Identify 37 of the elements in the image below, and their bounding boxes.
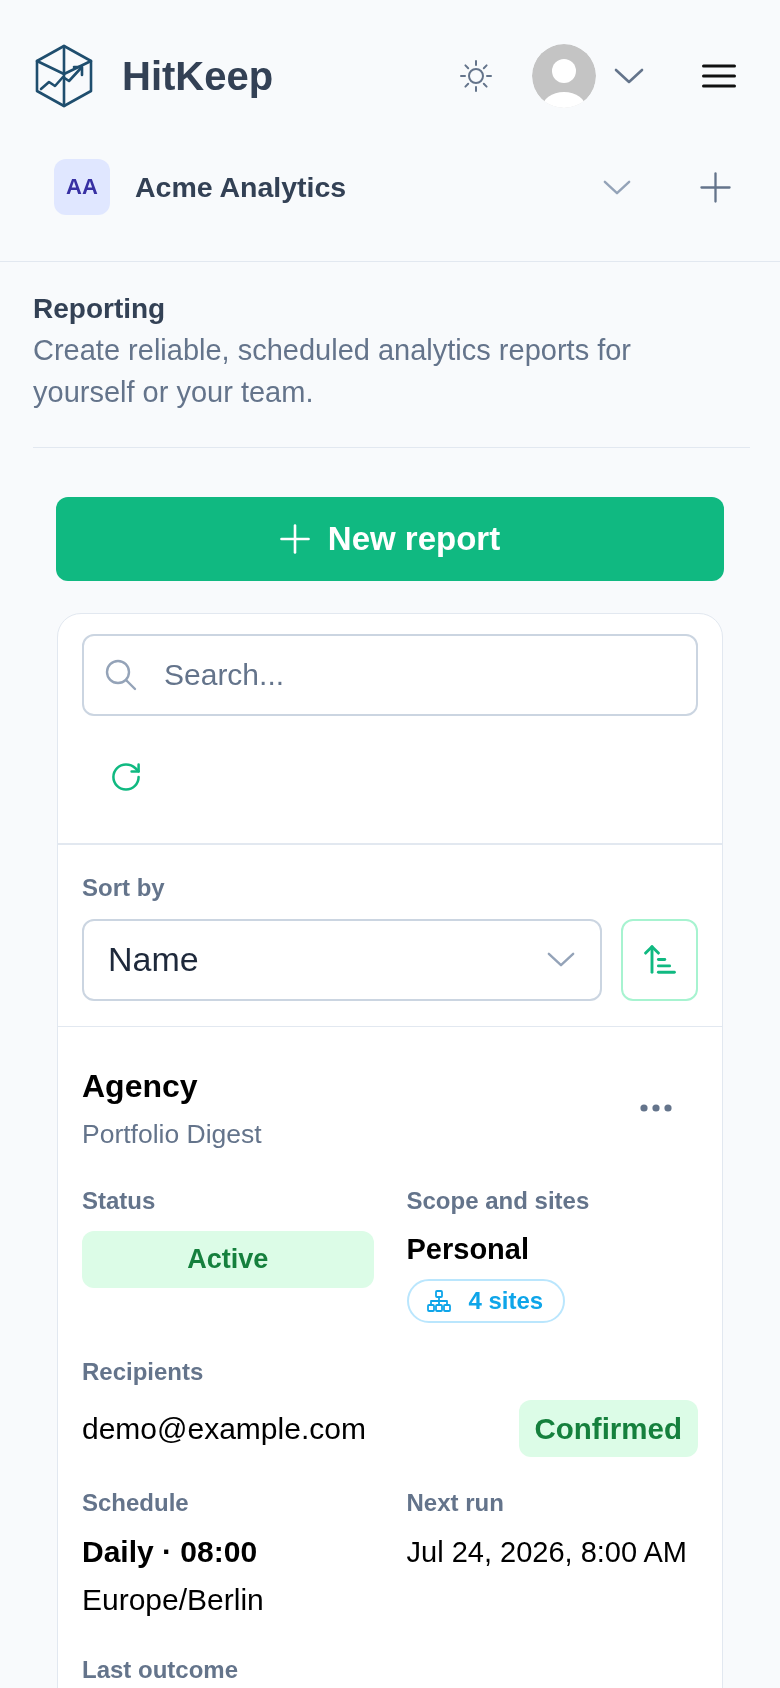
cube-chart-logo-icon[interactable]	[35, 44, 93, 108]
sort-label: Sort by	[82, 872, 165, 903]
report-title: Agency	[82, 1067, 198, 1106]
report-subtitle: Portfolio Digest	[82, 1118, 262, 1150]
menu-icon[interactable]	[702, 64, 736, 88]
search-field[interactable]: Search...	[82, 634, 698, 716]
sort-direction-button[interactable]	[621, 918, 698, 1001]
field-label: Last outcome	[82, 1655, 239, 1685]
field-label: Recipients	[82, 1357, 204, 1387]
brand-name: HitKeep	[122, 53, 274, 100]
workspace-name[interactable]: Acme Analytics	[135, 170, 347, 204]
workspace-initials: AA	[54, 159, 110, 215]
chevron-down-icon[interactable]	[603, 179, 631, 195]
recipient-email: demo@example.com	[82, 1410, 366, 1447]
recipient-status-badge: Confirmed	[518, 1400, 698, 1457]
scope-value: Personal	[406, 1232, 529, 1267]
timezone-value: Europe/Berlin	[82, 1582, 264, 1618]
page-description: Create reliable, scheduled analytics reports for yourself or your team.	[33, 333, 633, 410]
plus-icon[interactable]	[700, 171, 731, 203]
sort-select[interactable]: Name	[82, 918, 602, 1001]
sitemap-icon	[426, 1290, 451, 1312]
more-options-icon[interactable]	[640, 1104, 672, 1112]
sites-badge: 4 sites	[406, 1279, 566, 1323]
field-label: Status	[82, 1186, 156, 1216]
status-badge: Active	[82, 1231, 374, 1288]
plus-icon	[279, 524, 310, 554]
refresh-icon[interactable]	[112, 763, 140, 791]
chevron-down-icon[interactable]	[614, 68, 644, 84]
page-title: Reporting	[33, 292, 166, 326]
search-icon	[105, 659, 137, 691]
chevron-down-icon	[547, 952, 575, 967]
schedule-value: Daily · 08:00	[82, 1534, 258, 1570]
sun-icon[interactable]	[459, 59, 493, 93]
next-run-value: Jul 24, 2026, 8:00 AM	[406, 1535, 688, 1570]
field-label: Next run	[406, 1488, 504, 1518]
field-label: Scope and sites	[406, 1186, 590, 1216]
field-label: Schedule	[82, 1488, 189, 1518]
